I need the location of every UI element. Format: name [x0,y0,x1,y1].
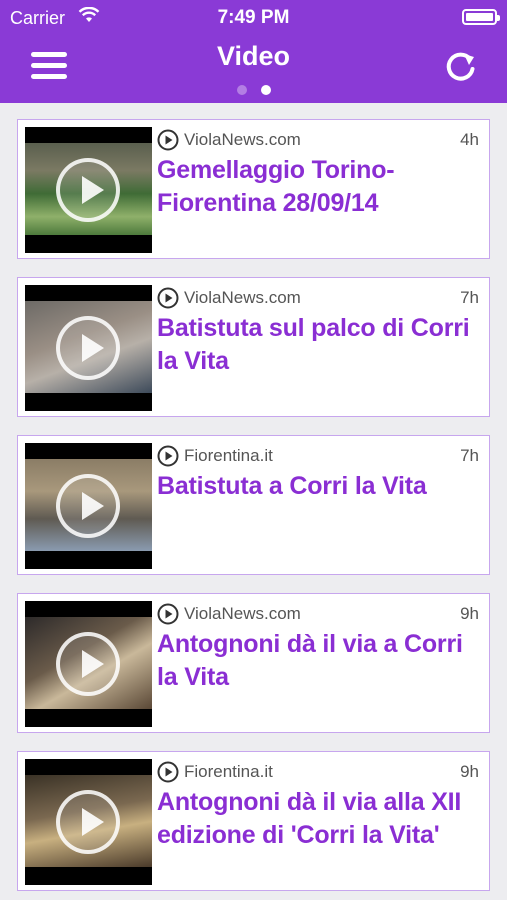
video-meta: ViolaNews.com 4h [157,129,479,151]
video-title[interactable]: Antognoni dà il via alla XII edizione di… [157,786,479,852]
video-meta: Fiorentina.it 9h [157,761,479,783]
video-age: 4h [460,130,479,149]
play-icon[interactable] [56,474,120,538]
video-source: ViolaNews.com [184,288,301,307]
play-circle-icon [157,603,179,625]
play-icon[interactable] [56,632,120,696]
video-source: Fiorentina.it [184,446,273,465]
status-time: 7:49 PM [217,7,290,28]
video-title[interactable]: Gemellaggio Torino-Fiorentina 28/09/14 [157,154,479,220]
refresh-icon[interactable] [441,48,479,86]
video-age: 7h [460,288,479,307]
page-dot-active[interactable] [260,85,271,95]
video-title[interactable]: Batistuta sul palco di Corri la Vita [157,312,479,378]
video-source: ViolaNews.com [184,604,301,623]
video-thumbnail[interactable] [25,127,152,253]
play-circle-icon [157,129,179,151]
video-title[interactable]: Antognoni dà il via a Corri la Vita [157,628,479,694]
video-card[interactable]: ViolaNews.com 4h Gemellaggio Torino-Fior… [17,119,490,259]
video-thumbnail[interactable] [25,443,152,569]
video-card[interactable]: Fiorentina.it 7h Batistuta a Corri la Vi… [17,435,490,575]
video-meta: ViolaNews.com 7h [157,287,479,309]
video-meta: ViolaNews.com 9h [157,603,479,625]
video-source: ViolaNews.com [184,130,301,149]
video-thumbnail[interactable] [25,285,152,411]
play-icon[interactable] [56,790,120,854]
video-card[interactable]: ViolaNews.com 9h Antognoni dà il via a C… [17,593,490,733]
video-card[interactable]: ViolaNews.com 7h Batistuta sul palco di … [17,277,490,417]
video-age: 7h [460,446,479,465]
page-indicator [0,85,507,95]
video-thumbnail[interactable] [25,759,152,885]
nav-header: Carrier 7:49 PM Video [0,0,507,103]
video-title[interactable]: Batistuta a Corri la Vita [157,470,479,503]
battery-icon [462,9,500,25]
page-dot[interactable] [236,85,247,95]
play-circle-icon [157,445,179,467]
video-age: 9h [460,762,479,781]
video-meta: Fiorentina.it 7h [157,445,479,467]
status-bar: Carrier 7:49 PM [0,0,507,36]
play-circle-icon [157,761,179,783]
play-circle-icon [157,287,179,309]
video-card[interactable]: Fiorentina.it 9h Antognoni dà il via all… [17,751,490,891]
play-icon[interactable] [56,158,120,222]
page-title: Video [216,41,291,71]
video-thumbnail[interactable] [25,601,152,727]
video-age: 9h [460,604,479,623]
video-source: Fiorentina.it [184,762,273,781]
play-icon[interactable] [56,316,120,380]
